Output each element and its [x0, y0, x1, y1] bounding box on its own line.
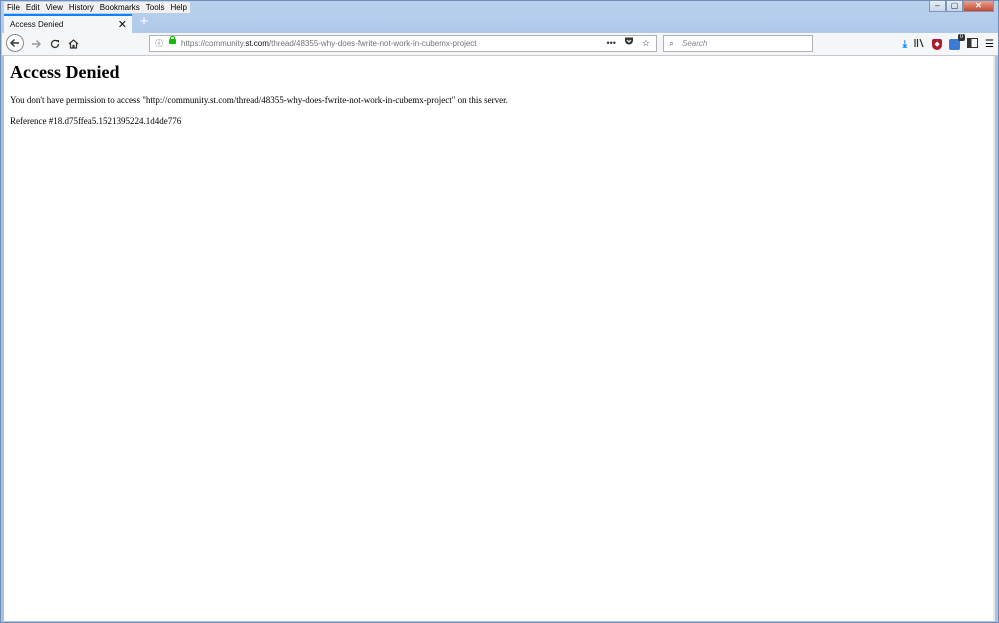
ublock-shield-icon[interactable]: ◆ [932, 38, 943, 50]
menu-tools[interactable]: Tools [143, 2, 168, 13]
url-domain: st.com [245, 39, 269, 48]
navigation-toolbar: ⓘ https://community.st.com/thread/48355-… [2, 33, 998, 56]
reload-icon [50, 39, 60, 49]
pocket-icon[interactable] [624, 36, 634, 51]
tab-title: Access Denied [10, 20, 64, 29]
search-placeholder: Search [682, 39, 708, 48]
url-path: /thread/48355-why-does-fwrite-not-work-i… [268, 39, 477, 48]
url-text[interactable]: https://community.st.com/thread/48355-wh… [181, 36, 477, 51]
forward-arrow-icon [32, 40, 41, 48]
menu-edit[interactable]: Edit [23, 2, 43, 13]
sidebar-icon[interactable] [967, 37, 979, 51]
search-icon: ⌕ [669, 38, 675, 48]
toolbar-icons: ⤓ ◆ 0 ☰ [903, 33, 994, 53]
minimize-button[interactable]: – [929, 1, 946, 12]
back-arrow-icon [10, 39, 19, 47]
error-message: You don't have permission to access "htt… [10, 95, 508, 105]
site-info-icon[interactable]: ⓘ [155, 36, 163, 51]
search-input[interactable]: ⌕ Search [663, 35, 813, 52]
reload-button[interactable] [46, 35, 64, 53]
content-border [993, 56, 995, 621]
tab-access-denied[interactable]: Access Denied ✕ [4, 14, 132, 33]
extension-badge: 0 [957, 33, 966, 41]
page-title: Access Denied [10, 62, 120, 82]
browser-window: File Edit View History Bookmarks Tools H… [0, 0, 999, 623]
tab-strip: Access Denied ✕ + [1, 13, 999, 33]
tab-close-icon[interactable]: ✕ [118, 18, 127, 31]
menu-bar: File Edit View History Bookmarks Tools H… [4, 2, 190, 13]
bookmark-star-icon[interactable]: ☆ [642, 36, 650, 51]
url-actions: ••• ☆ [606, 36, 650, 51]
menu-bookmarks[interactable]: Bookmarks [97, 2, 143, 13]
menu-history[interactable]: History [66, 2, 97, 13]
page-actions-icon[interactable]: ••• [606, 36, 615, 51]
window-controls: – ▢ ✕ [929, 1, 994, 12]
reference-id: Reference #18.d75ffea5.1521395224.1d4de7… [10, 116, 182, 126]
extension-icon[interactable]: 0 [949, 33, 966, 50]
home-icon [68, 39, 78, 49]
maximize-button[interactable]: ▢ [946, 1, 963, 12]
secure-lock-icon[interactable] [169, 36, 176, 44]
hamburger-menu-icon[interactable]: ☰ [985, 39, 994, 50]
library-icon[interactable] [914, 38, 925, 51]
menu-view[interactable]: View [43, 2, 66, 13]
back-button[interactable] [6, 34, 24, 52]
home-button[interactable] [64, 35, 82, 53]
new-tab-button[interactable]: + [137, 14, 151, 30]
download-icon[interactable]: ⤓ [903, 39, 907, 50]
page-content: Access Denied You don't have permission … [4, 56, 995, 621]
menu-help[interactable]: Help [167, 2, 189, 13]
forward-button[interactable] [27, 35, 45, 53]
url-prefix: https://community. [181, 39, 246, 48]
close-window-button[interactable]: ✕ [963, 1, 994, 12]
url-bar[interactable]: ⓘ https://community.st.com/thread/48355-… [149, 35, 657, 52]
menu-file[interactable]: File [4, 2, 23, 13]
